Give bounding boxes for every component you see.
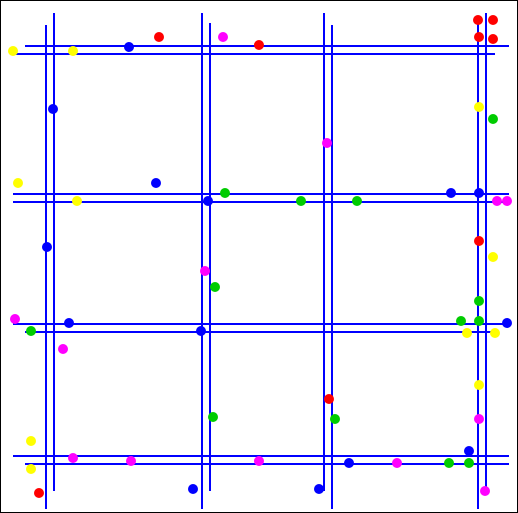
point-red — [324, 394, 334, 404]
point-magenta — [68, 453, 78, 463]
point-magenta — [492, 196, 502, 206]
point-red — [474, 32, 484, 42]
point-yellow — [72, 196, 82, 206]
point-green — [352, 196, 362, 206]
point-blue — [48, 104, 58, 114]
point-blue — [474, 188, 484, 198]
point-blue — [124, 42, 134, 52]
point-blue — [464, 446, 474, 456]
point-green — [296, 196, 306, 206]
point-magenta — [218, 32, 228, 42]
point-magenta — [322, 138, 332, 148]
point-blue — [188, 484, 198, 494]
point-yellow — [13, 178, 23, 188]
point-yellow — [490, 328, 500, 338]
grid-line-vertical — [323, 13, 325, 491]
grid-line-horizontal — [13, 53, 495, 55]
point-blue — [203, 196, 213, 206]
grid-line-horizontal — [13, 193, 509, 195]
point-red — [488, 34, 498, 44]
grid-line-vertical — [53, 13, 55, 491]
point-green — [220, 188, 230, 198]
grid-line-vertical — [485, 13, 487, 491]
grid-line-vertical — [477, 23, 479, 509]
point-blue — [42, 242, 52, 252]
point-blue — [196, 326, 206, 336]
point-magenta — [392, 458, 402, 468]
point-magenta — [474, 414, 484, 424]
point-green — [474, 296, 484, 306]
grid-line-horizontal — [13, 323, 509, 325]
grid-line-horizontal — [25, 331, 495, 333]
point-green — [210, 282, 220, 292]
grid-line-vertical — [331, 25, 333, 509]
point-red — [254, 40, 264, 50]
point-blue — [314, 484, 324, 494]
point-magenta — [126, 456, 136, 466]
grid-line-vertical — [201, 13, 203, 509]
grid-line-horizontal — [25, 45, 509, 47]
point-magenta — [58, 344, 68, 354]
point-yellow — [68, 46, 78, 56]
grid-line-horizontal — [13, 201, 509, 203]
point-yellow — [474, 380, 484, 390]
point-magenta — [480, 486, 490, 496]
point-magenta — [200, 266, 210, 276]
point-red — [34, 488, 44, 498]
point-red — [473, 15, 483, 25]
point-green — [488, 114, 498, 124]
point-magenta — [254, 456, 264, 466]
point-green — [464, 458, 474, 468]
point-green — [444, 458, 454, 468]
point-blue — [64, 318, 74, 328]
point-green — [208, 412, 218, 422]
grid-line-horizontal — [25, 463, 509, 465]
diagram-canvas — [0, 0, 518, 513]
point-green — [330, 414, 340, 424]
grid-line-vertical — [45, 25, 47, 509]
point-green — [474, 316, 484, 326]
point-green — [26, 326, 36, 336]
point-yellow — [26, 464, 36, 474]
point-yellow — [474, 102, 484, 112]
point-blue — [502, 318, 512, 328]
point-red — [474, 236, 484, 246]
point-blue — [344, 458, 354, 468]
point-green — [456, 316, 466, 326]
point-red — [154, 32, 164, 42]
point-blue — [151, 178, 161, 188]
point-yellow — [462, 328, 472, 338]
point-yellow — [488, 252, 498, 262]
point-yellow — [26, 436, 36, 446]
point-yellow — [8, 46, 18, 56]
point-magenta — [502, 196, 512, 206]
point-red — [488, 15, 498, 25]
point-magenta — [10, 314, 20, 324]
point-blue — [446, 188, 456, 198]
